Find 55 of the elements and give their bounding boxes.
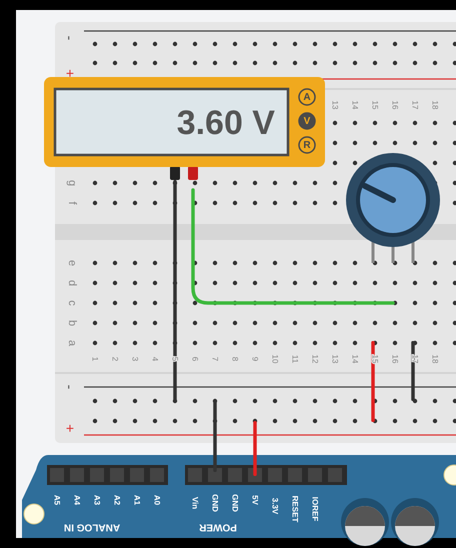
probe-drawing (188, 166, 198, 180)
pin-label: Vin (190, 496, 200, 510)
column-number: 11 (290, 354, 300, 364)
pin-label: A1 (132, 494, 142, 506)
column-number: 17 (410, 354, 420, 364)
rail-label: + (66, 65, 74, 81)
column-number: 18 (430, 354, 440, 364)
row-label: a (66, 340, 78, 346)
column-number: 12 (310, 354, 320, 364)
column-number: 16 (390, 354, 400, 364)
column-number: 13 (330, 100, 340, 110)
pin-label: A3 (92, 494, 102, 506)
column-number: 9 (250, 356, 260, 362)
pin-label: GND (210, 494, 220, 512)
probe-drawing (170, 166, 180, 180)
column-number: 6 (190, 356, 200, 362)
mode-button[interactable]: R (298, 136, 316, 154)
column-number: 7 (210, 356, 220, 362)
column-number: 8 (230, 356, 240, 362)
meter-reading: 3.60 V (176, 104, 275, 142)
column-number: 4 (150, 356, 160, 362)
row-label: f (66, 201, 78, 205)
pin-label: A5 (52, 494, 62, 506)
pin-label: GND (230, 494, 240, 512)
pin-label: 3.3V (270, 498, 280, 514)
rail-label: - (62, 36, 78, 40)
mode-button[interactable]: V (298, 112, 316, 130)
pin-label: RESET (290, 496, 300, 522)
header-label: POWER (199, 522, 237, 532)
mode-button[interactable]: A (298, 88, 316, 106)
pin-label: IOREF (310, 496, 320, 522)
column-number: 1 (90, 356, 100, 362)
row-label: c (66, 300, 78, 306)
column-number: 17 (410, 100, 420, 110)
row-label: g (66, 180, 78, 186)
column-number: 15 (370, 354, 380, 364)
column-number: 13 (330, 354, 340, 364)
rail-label: - (62, 384, 78, 390)
pin-label: A2 (112, 494, 122, 506)
header-label: ANALOG IN (64, 522, 120, 532)
row-label: d (66, 280, 78, 286)
column-number: 10 (270, 354, 280, 364)
column-number: 3 (130, 356, 140, 362)
row-label: e (66, 260, 78, 266)
column-number: 16 (390, 100, 400, 110)
row-label: b (66, 320, 78, 326)
column-number: 18 (430, 100, 440, 110)
column-number: 15 (370, 100, 380, 110)
pin-label: 5V (250, 495, 260, 505)
column-number: 2 (110, 356, 120, 362)
column-number: 14 (350, 354, 360, 364)
column-number: 14 (350, 100, 360, 110)
pin-label: A0 (152, 494, 162, 506)
pin-label: A4 (72, 494, 82, 506)
rail-label: + (66, 420, 74, 436)
